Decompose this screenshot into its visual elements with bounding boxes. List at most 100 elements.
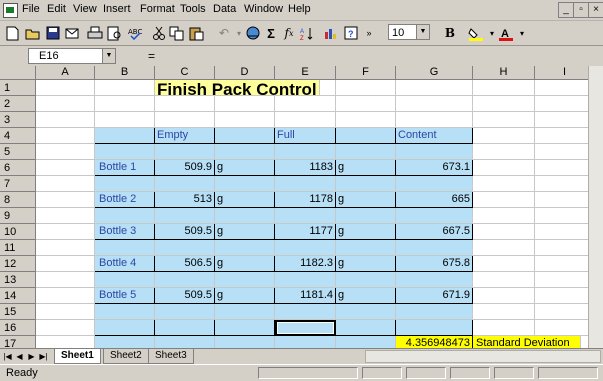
horizontal-scrollbar[interactable] — [365, 350, 601, 363]
column-header[interactable]: D — [215, 66, 275, 80]
chevron-down-icon[interactable]: ▼ — [416, 25, 429, 39]
cell[interactable] — [336, 144, 396, 160]
cell[interactable] — [336, 128, 396, 144]
cell[interactable] — [95, 304, 155, 320]
row-header[interactable]: 9 — [0, 208, 36, 224]
column-header[interactable]: C — [155, 66, 215, 80]
print-icon[interactable] — [86, 24, 104, 42]
print-preview-icon[interactable] — [106, 24, 124, 42]
cell[interactable] — [215, 112, 275, 128]
cell[interactable] — [215, 128, 275, 144]
cell[interactable] — [535, 272, 595, 288]
cell[interactable] — [36, 272, 95, 288]
row-header[interactable]: 14 — [0, 288, 36, 304]
empty-weight[interactable]: 509.5 — [155, 288, 215, 304]
unit-label[interactable]: g — [215, 192, 275, 208]
paste-icon[interactable] — [188, 24, 206, 42]
row-header[interactable]: 16 — [0, 320, 36, 336]
row-header[interactable]: 8 — [0, 192, 36, 208]
sort-ascending-icon[interactable]: AZ — [298, 24, 316, 42]
full-weight[interactable]: 1181.4 — [275, 288, 336, 304]
row-header[interactable]: 5 — [0, 144, 36, 160]
cell[interactable] — [535, 112, 595, 128]
cell[interactable] — [215, 304, 275, 320]
header-empty[interactable]: Empty — [155, 128, 215, 144]
selected-cell[interactable] — [275, 320, 336, 336]
row-header[interactable]: 4 — [0, 128, 36, 144]
cell[interactable] — [535, 256, 595, 272]
cell[interactable] — [396, 208, 473, 224]
column-header[interactable]: H — [473, 66, 535, 80]
cell[interactable] — [36, 192, 95, 208]
cell[interactable] — [95, 96, 155, 112]
cell[interactable] — [473, 208, 535, 224]
column-header[interactable]: G — [396, 66, 473, 80]
empty-weight[interactable]: 513 — [155, 192, 215, 208]
unit-label[interactable]: g — [215, 256, 275, 272]
column-header[interactable]: E — [275, 66, 336, 80]
cell[interactable] — [155, 144, 215, 160]
cell[interactable] — [396, 240, 473, 256]
new-document-icon[interactable] — [3, 24, 21, 42]
name-box[interactable]: E16 ▼ — [28, 48, 116, 64]
unit-label[interactable]: g — [336, 288, 396, 304]
cell[interactable] — [535, 320, 595, 336]
autosum-icon[interactable]: Σ — [262, 24, 280, 42]
cell[interactable] — [473, 160, 535, 176]
cell[interactable] — [36, 224, 95, 240]
cell[interactable] — [95, 208, 155, 224]
cell[interactable] — [535, 80, 595, 96]
cell[interactable] — [535, 288, 595, 304]
menu-tools[interactable]: Tools — [180, 3, 206, 15]
cell[interactable] — [473, 176, 535, 192]
first-sheet-icon[interactable]: |◀ — [2, 351, 13, 362]
cell[interactable] — [95, 144, 155, 160]
cell[interactable] — [95, 80, 155, 96]
cell[interactable] — [36, 128, 95, 144]
bold-button[interactable]: B — [441, 24, 459, 42]
column-header[interactable]: I — [535, 66, 595, 80]
select-all-corner[interactable] — [0, 66, 36, 80]
copy-icon[interactable] — [168, 24, 186, 42]
cell[interactable] — [95, 112, 155, 128]
cell[interactable] — [36, 336, 95, 348]
content-weight[interactable]: 667.5 — [396, 224, 473, 240]
cell[interactable] — [95, 176, 155, 192]
cell[interactable] — [396, 80, 473, 96]
insert-hyperlink-icon[interactable] — [244, 24, 262, 42]
cell[interactable] — [275, 240, 336, 256]
cell[interactable] — [36, 320, 95, 336]
save-icon[interactable] — [44, 24, 62, 42]
cell[interactable] — [336, 80, 396, 96]
cell[interactable] — [396, 144, 473, 160]
cell[interactable] — [275, 336, 336, 348]
cell[interactable] — [36, 208, 95, 224]
minimize-button[interactable]: _ — [558, 2, 574, 18]
cell[interactable] — [215, 240, 275, 256]
bottle-name[interactable]: Bottle 5 — [95, 288, 155, 304]
empty-weight[interactable]: 509.5 — [155, 224, 215, 240]
cell[interactable] — [36, 176, 95, 192]
tab-sheet2[interactable]: Sheet2 — [103, 349, 149, 364]
column-header[interactable]: F — [336, 66, 396, 80]
cell[interactable] — [473, 192, 535, 208]
cell[interactable] — [36, 144, 95, 160]
content-weight[interactable]: 673.1 — [396, 160, 473, 176]
content-weight[interactable]: 671.9 — [396, 288, 473, 304]
cell[interactable] — [473, 144, 535, 160]
cell[interactable] — [396, 176, 473, 192]
cell[interactable] — [473, 320, 535, 336]
equals-sign[interactable]: = — [148, 49, 155, 63]
full-weight[interactable]: 1177 — [275, 224, 336, 240]
cell[interactable] — [215, 176, 275, 192]
cell[interactable] — [36, 80, 95, 96]
cell[interactable] — [36, 96, 95, 112]
row-header[interactable]: 12 — [0, 256, 36, 272]
cell[interactable] — [275, 208, 336, 224]
cell[interactable] — [535, 304, 595, 320]
cell[interactable] — [473, 288, 535, 304]
cell[interactable] — [275, 112, 336, 128]
header-full[interactable]: Full — [275, 128, 336, 144]
column-header[interactable]: B — [95, 66, 155, 80]
last-sheet-icon[interactable]: ▶| — [38, 351, 49, 362]
